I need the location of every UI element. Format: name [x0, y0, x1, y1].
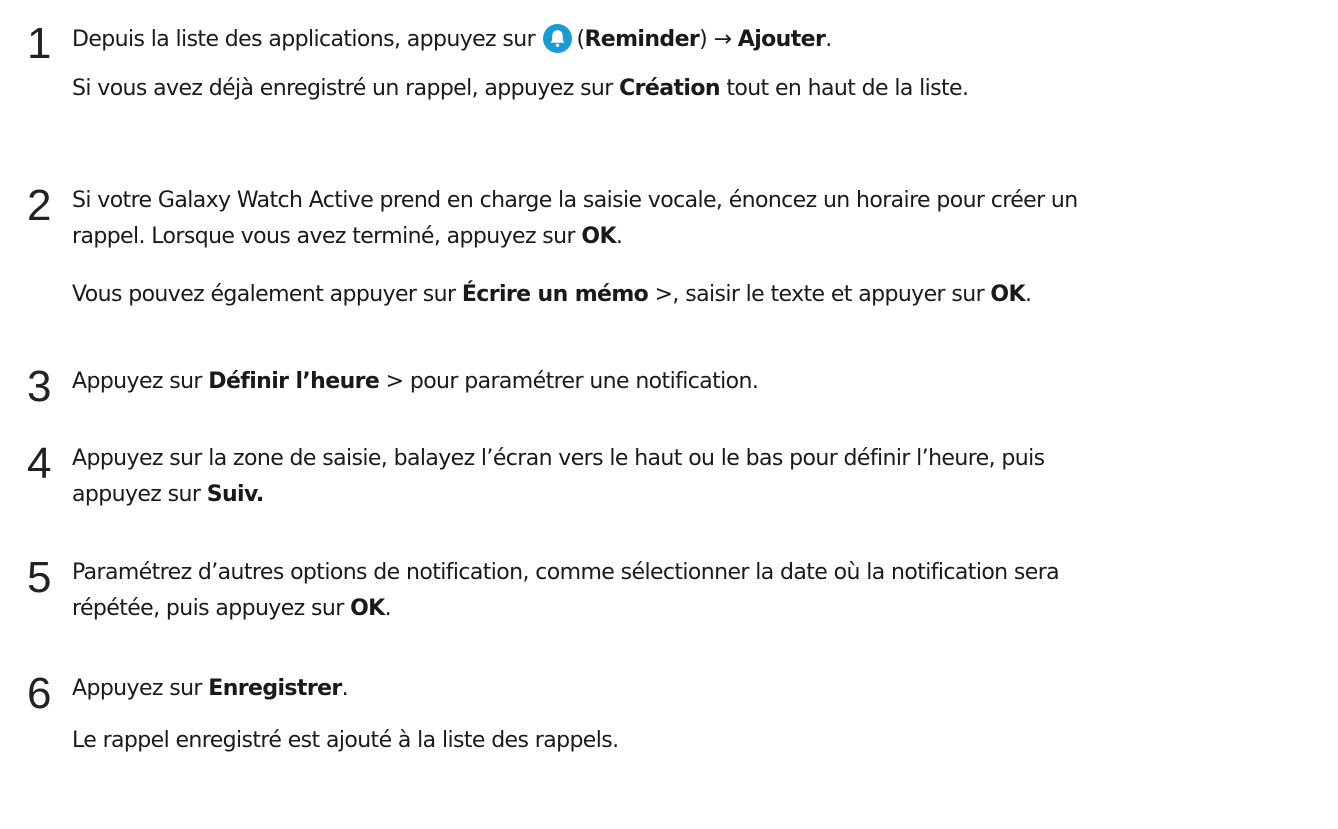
action-ecrire-un-memo: Écrire un mémo: [461, 282, 649, 307]
step-text: >, saisir le texte et appuyer sur: [648, 282, 985, 307]
punctuation: .: [825, 27, 832, 52]
step-1-line-1: Depuis la liste des applications, appuye…: [72, 24, 832, 55]
step-6-line-1: Appuyez sur Enregistrer.: [72, 674, 349, 704]
step-2-line-1: Si votre Galaxy Watch Active prend en ch…: [72, 188, 1078, 213]
action-suiv: Suiv.: [206, 482, 265, 507]
step-number: 1: [27, 19, 52, 68]
action-definir-l-heure: Définir l’heure: [208, 369, 380, 394]
action-ok: OK: [990, 282, 1025, 307]
step-number: 3: [27, 362, 52, 411]
step-3-line-1: Appuyez sur Définir l’heure > pour param…: [72, 367, 759, 397]
step-number: 2: [27, 181, 52, 230]
step-text: rappel. Lorsque vous avez terminé, appuy…: [72, 224, 576, 249]
punctuation: .: [384, 596, 392, 621]
step-text: Depuis la liste des applications, appuye…: [72, 27, 536, 52]
step-text: > pour paramétrer une notification.: [379, 369, 759, 394]
step-text: Si vous avez déjà enregistré un rappel, …: [72, 76, 613, 101]
paren-close: ): [699, 27, 708, 52]
action-ok: OK: [350, 596, 385, 621]
reminder-bell-icon: [543, 24, 573, 53]
action-ok: OK: [581, 224, 616, 249]
action-ajouter: Ajouter: [737, 27, 826, 52]
punctuation: .: [615, 224, 623, 249]
punctuation: .: [341, 676, 349, 701]
instruction-document: 1 Depuis la liste des applications, appu…: [0, 0, 1338, 829]
step-text: répétée, puis appuyez sur: [72, 596, 344, 621]
action-creation: Création: [619, 76, 720, 101]
step-text: Vous pouvez également appuyer sur: [72, 282, 456, 307]
step-text: Appuyez sur: [72, 369, 202, 394]
app-name-reminder: Reminder: [584, 27, 700, 52]
step-1-line-2: Si vous avez déjà enregistré un rappel, …: [72, 74, 969, 104]
step-4-line-2: appuyez sur Suiv.: [72, 480, 264, 510]
step-text: tout en haut de la liste.: [726, 76, 969, 101]
step-text: appuyez sur: [72, 482, 201, 507]
step-number: 4: [27, 439, 52, 488]
step-text: Appuyez sur: [72, 676, 202, 701]
arrow-glyph: →: [713, 27, 732, 52]
step-5-line-2: répétée, puis appuyez sur OK.: [72, 594, 392, 624]
step-6-line-2: Le rappel enregistré est ajouté à la lis…: [72, 728, 619, 753]
step-2-line-3: Vous pouvez également appuyer sur Écrire…: [72, 280, 1032, 310]
step-2-line-2: rappel. Lorsque vous avez terminé, appuy…: [72, 222, 623, 252]
step-number: 6: [27, 669, 52, 718]
punctuation: .: [1024, 282, 1032, 307]
step-number: 5: [27, 553, 52, 602]
step-5-line-1: Paramétrez d’autres options de notificat…: [72, 560, 1060, 585]
action-enregistrer: Enregistrer: [208, 676, 342, 701]
step-4-line-1: Appuyez sur la zone de saisie, balayez l…: [72, 446, 1045, 471]
